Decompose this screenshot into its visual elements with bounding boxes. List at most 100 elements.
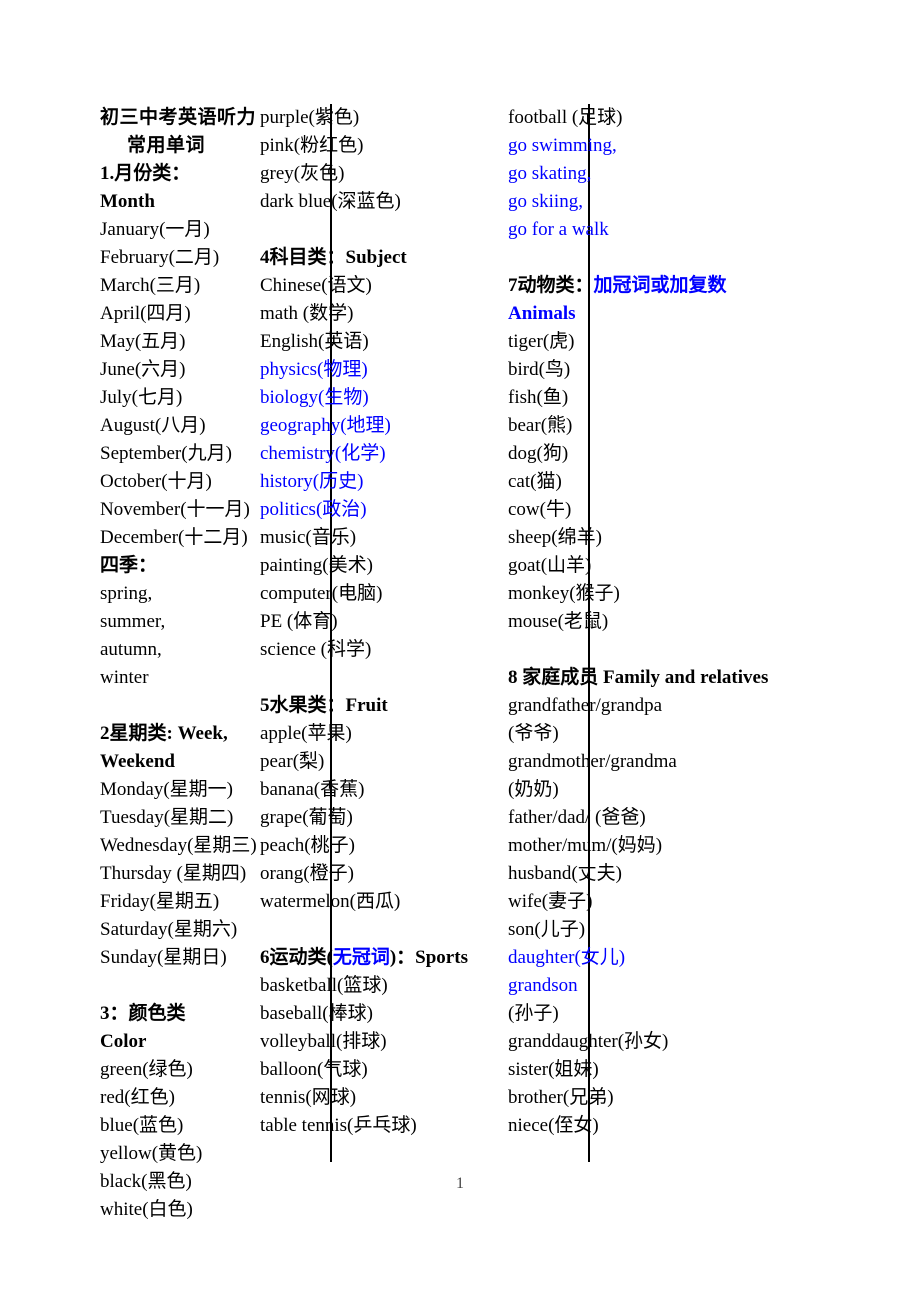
vocabulary-entry: granddaughter(孙女)	[508, 1031, 669, 1052]
vocabulary-entry: computer(电脑)	[260, 583, 383, 604]
vocabulary-entry: Tuesday(星期二)	[100, 807, 234, 828]
vocabulary-entry: January(一月)	[100, 219, 210, 240]
vocabulary-entry: yellow(黄色)	[100, 1143, 203, 1164]
heading-part: )：Sports	[389, 947, 468, 968]
vocabulary-entry: November(十一月)	[100, 499, 250, 520]
vocabulary-entry: goat(山羊)	[508, 555, 592, 576]
vocabulary-entry: grey(灰色)	[260, 163, 345, 184]
vocabulary-entry: Chinese(语文)	[260, 275, 372, 296]
vocabulary-entry: monkey(猴子)	[508, 583, 620, 604]
vocabulary-entry: history(历史)	[260, 471, 364, 492]
vocabulary-entry: science (科学)	[260, 639, 372, 660]
vocabulary-entry: February(二月)	[100, 247, 220, 268]
vocabulary-entry: October(十月)	[100, 471, 212, 492]
vocabulary-entry: purple(紫色)	[260, 107, 360, 128]
vocabulary-entry: pear(梨)	[260, 751, 325, 772]
column-1: 初三中考英语听力 常用单词 1.月份类：Month January(一月) Febr…	[0, 104, 257, 1224]
section-heading: 1.月份类：Month	[100, 163, 191, 212]
vocabulary-entry: daughter(女儿)	[508, 947, 626, 968]
vocabulary-entry: peach(桃子)	[260, 835, 355, 856]
vocabulary-entry: (爷爷)	[508, 723, 559, 744]
vocabulary-entry: summer,	[100, 611, 166, 632]
section-heading: 2星期类: Week, Weekend	[100, 723, 228, 772]
section-heading: 7动物类：加冠词或加复数 Animals	[508, 272, 792, 328]
column-3: football (足球) go swimming, go skating, go s…	[482, 104, 792, 1140]
vocabulary-entry: politics(政治)	[260, 499, 367, 520]
vocabulary-entry: wife(妻子)	[508, 891, 593, 912]
vocabulary-entry: table tennis(乒乓球)	[260, 1115, 417, 1136]
vocabulary-entry: Thursday (星期四)	[100, 863, 247, 884]
vocabulary-entry: geography(地理)	[260, 415, 391, 436]
vocabulary-entry: balloon(气球)	[260, 1059, 368, 1080]
vocabulary-entry: April(四月)	[100, 303, 191, 324]
vocabulary-entry: bear(熊)	[508, 415, 573, 436]
document-title-line-1: 初三中考英语听力	[100, 107, 257, 128]
vocabulary-entry: cow(牛)	[508, 499, 572, 520]
page-number: 1	[456, 1175, 464, 1192]
vocabulary-entry: fish(鱼)	[508, 387, 569, 408]
vocabulary-entry: (孙子)	[508, 1003, 559, 1024]
vocabulary-entry: Wednesday(星期三)	[100, 835, 257, 856]
vocabulary-entry: July(七月)	[100, 387, 183, 408]
vocabulary-entry: March(三月)	[100, 275, 201, 296]
vocabulary-entry: winter	[100, 667, 149, 688]
vocabulary-entry: red(红色)	[100, 1087, 175, 1108]
vocabulary-entry: bird(鸟)	[508, 359, 571, 380]
vocabulary-entry: apple(苹果)	[260, 723, 352, 744]
vocabulary-entry: (奶奶)	[508, 779, 559, 800]
vocabulary-entry: English(英语)	[260, 331, 369, 352]
vocabulary-entry: brother(兄弟)	[508, 1087, 614, 1108]
vocabulary-entry: watermelon(西瓜)	[260, 891, 401, 912]
sub-heading: 四季：	[100, 555, 158, 576]
heading-part: 6运动类(	[260, 947, 333, 968]
vocabulary-entry: niece(侄女)	[508, 1115, 599, 1136]
vocabulary-entry: May(五月)	[100, 331, 186, 352]
vocabulary-entry: basketball(篮球)	[260, 975, 388, 996]
vocabulary-entry: Friday(星期五)	[100, 891, 220, 912]
section-heading: 4科目类：Subject	[260, 247, 407, 268]
vocabulary-entry: December(十二月)	[100, 527, 248, 548]
vocabulary-entry: spring,	[100, 583, 153, 604]
section-heading: 3：颜色类 Color	[100, 1003, 186, 1052]
section-heading: 5水果类：Fruit	[260, 695, 388, 716]
vocabulary-entry: grandfather/grandpa	[508, 695, 663, 716]
vocabulary-entry: June(六月)	[100, 359, 186, 380]
vocabulary-entry: biology(生物)	[260, 387, 369, 408]
vocabulary-entry: father/dad/ (爸爸)	[508, 807, 646, 828]
vocabulary-entry: husband(丈夫)	[508, 863, 622, 884]
vocabulary-entry: go swimming,	[508, 135, 617, 156]
vocabulary-entry: PE (体育)	[260, 611, 338, 632]
vocabulary-entry: volleyball(排球)	[260, 1031, 387, 1052]
vocabulary-entry: banana(香蕉)	[260, 779, 365, 800]
document-page: 初三中考英语听力 常用单词 1.月份类：Month January(一月) Febr…	[0, 0, 920, 1300]
vocabulary-entry: mother/mum/(妈妈)	[508, 835, 663, 856]
vocabulary-entry: painting(美术)	[260, 555, 373, 576]
vocabulary-entry: August(八月)	[100, 415, 206, 436]
column-2: purple(紫色) pink(粉红色) grey(灰色) dark blue(深蓝色…	[232, 104, 482, 1140]
section-heading: 6运动类(无冠词)：Sports	[260, 944, 482, 972]
section-heading: 8 家庭成员 Family and relatives	[508, 667, 769, 688]
vocabulary-entry: white(白色)	[100, 1199, 193, 1220]
vocabulary-entry: tennis(网球)	[260, 1087, 357, 1108]
vocabulary-entry: go skating,	[508, 163, 592, 184]
heading-part: 无冠词	[332, 947, 390, 968]
column-3-body: football (足球) go swimming, go skating, go s…	[508, 104, 792, 1140]
heading-part: 7动物类：	[508, 275, 594, 296]
vocabulary-entry: pink(粉红色)	[260, 135, 364, 156]
vocabulary-entry: son(儿子)	[508, 919, 586, 940]
vocabulary-entry: cat(猫)	[508, 471, 562, 492]
vocabulary-entry: Sunday(星期日)	[100, 947, 227, 968]
vocabulary-entry: math (数学)	[260, 303, 354, 324]
vocabulary-entry: go for a walk	[508, 219, 609, 240]
vocabulary-entry: orang(橙子)	[260, 863, 354, 884]
document-title-line-2: 常用单词	[126, 135, 205, 156]
vocabulary-entry: grandson	[508, 975, 578, 996]
vocabulary-entry: go skiing,	[508, 191, 583, 212]
vocabulary-entry: autumn,	[100, 639, 162, 660]
